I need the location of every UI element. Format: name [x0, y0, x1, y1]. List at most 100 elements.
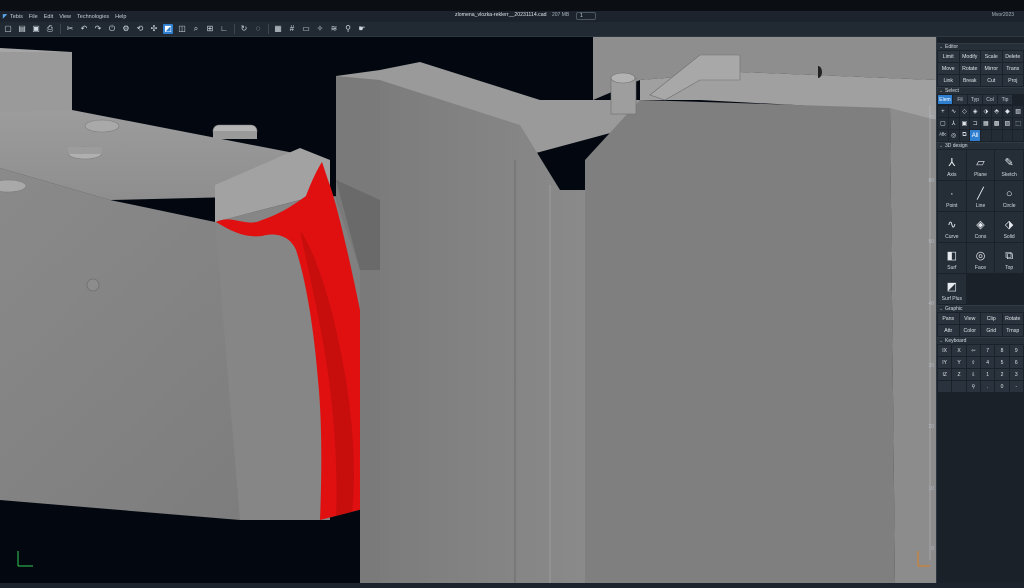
editor-move-button[interactable]: Move [938, 63, 959, 74]
key[interactable]: IX [938, 345, 952, 356]
key[interactable]: - [1009, 381, 1023, 392]
power-icon[interactable]: ⏻ [107, 24, 117, 34]
key[interactable]: . [980, 381, 995, 392]
graphic-rotate-button[interactable]: Rotate [1002, 313, 1023, 324]
keyboard-header[interactable]: ⌄ Keyboard [937, 337, 1024, 344]
key[interactable]: ⇧ [966, 357, 980, 368]
settings-icon[interactable]: ⚙ [121, 24, 131, 34]
save-icon[interactable]: ▣ [31, 24, 41, 34]
select-body-icon[interactable]: ⬘ [991, 106, 1002, 117]
key[interactable]: 3 [1009, 369, 1023, 380]
select-bracket-icon[interactable]: ⊐ [970, 118, 980, 129]
key[interactable]: 5 [995, 357, 1009, 368]
key[interactable]: ⚲ [966, 381, 980, 392]
zoom-icon[interactable]: ⌕ [191, 24, 201, 34]
menu-help[interactable]: Help [115, 14, 126, 20]
tab-typ[interactable]: Typ [968, 95, 982, 104]
snap-icon[interactable]: ✣ [149, 24, 159, 34]
section-icon[interactable]: ▦ [273, 24, 283, 34]
tab-col[interactable]: Col [983, 95, 997, 104]
key[interactable]: 6 [1009, 357, 1023, 368]
key[interactable]: IZ [938, 369, 952, 380]
editor-mirror-button[interactable]: Mirror [981, 63, 1002, 74]
3d-viewport[interactable]: 70 60 50 40 30 20 10 0 [0, 37, 936, 583]
key[interactable]: Y [952, 357, 966, 368]
graphic-trnsp-button[interactable]: Trnsp [1002, 325, 1023, 336]
design-point-button[interactable]: · Point [938, 181, 966, 211]
select-stack-icon[interactable]: ⧉ [959, 130, 970, 141]
select-axis-icon[interactable]: ⅄ [948, 118, 959, 129]
select-frame-icon[interactable]: ▣ [959, 118, 970, 129]
editor-cut-button[interactable]: Cut [981, 75, 1002, 86]
graphic-attr-button[interactable]: Attr [938, 325, 959, 336]
tab-elem[interactable]: Elem [938, 95, 952, 104]
design3d-header[interactable]: ⌄ 3D design [937, 142, 1024, 149]
select-plus-icon[interactable]: + [938, 106, 948, 117]
key[interactable]: Z [952, 369, 966, 380]
editor-proj-button[interactable]: Proj [1002, 75, 1023, 86]
key[interactable]: 8 [995, 345, 1009, 356]
editor-break-button[interactable]: Break [959, 75, 980, 86]
graphic-pans-button[interactable]: Pans [938, 313, 959, 324]
select-surface-icon[interactable]: ◇ [959, 106, 970, 117]
select-layer-icon[interactable]: ◎ [948, 130, 959, 141]
select-shell-icon[interactable]: ◆ [1002, 106, 1013, 117]
key[interactable]: ⇦ [966, 345, 980, 356]
graphic-color-button[interactable]: Color [959, 325, 980, 336]
key[interactable]: 7 [980, 345, 995, 356]
key[interactable] [952, 381, 966, 392]
editor-rotate-button[interactable]: Rotate [959, 63, 980, 74]
key[interactable]: 9 [1009, 345, 1023, 356]
select-text-icon[interactable]: ᴬᴮᶜ [938, 130, 948, 141]
design-surf-plus-button[interactable]: ◩ Surf Plus [938, 274, 966, 304]
design-sketch-button[interactable]: ✎ Sketch [995, 150, 1023, 180]
key[interactable]: 0 [995, 381, 1009, 392]
design-face-button[interactable]: ◎ Face [966, 243, 995, 273]
page-selector[interactable]: 1 [576, 12, 596, 20]
menu-view[interactable]: View [59, 14, 71, 20]
editor-limit-button[interactable]: Limit [938, 51, 959, 62]
measure-icon[interactable]: ⟲ [135, 24, 145, 34]
design-plane-button[interactable]: ▱ Plane [966, 150, 995, 180]
select-face-icon[interactable]: ◈ [970, 106, 980, 117]
editor-scale-button[interactable]: Scale [981, 51, 1002, 62]
editor-modify-button[interactable]: Modify [959, 51, 980, 62]
probe-icon[interactable]: ⚲ [343, 24, 353, 34]
open-icon[interactable]: ▤ [17, 24, 27, 34]
key[interactable] [938, 381, 952, 392]
key[interactable]: 1 [980, 369, 995, 380]
new-file-icon[interactable]: ▢ [3, 24, 13, 34]
editor-trans-button[interactable]: Trans [1002, 63, 1023, 74]
undo-icon[interactable]: ↶ [79, 24, 89, 34]
select-box-icon[interactable]: ⬚ [1013, 118, 1023, 129]
cut-icon[interactable]: ✂ [65, 24, 75, 34]
render-icon[interactable]: ◌ [253, 24, 263, 34]
key[interactable]: 2 [995, 369, 1009, 380]
select-rect-icon[interactable]: ▢ [938, 118, 948, 129]
key[interactable]: IY [938, 357, 952, 368]
editor-delete-button[interactable]: Delete [1002, 51, 1023, 62]
editor-header[interactable]: ⌄ Editor [937, 43, 1024, 50]
zoom-fit-icon[interactable]: ⊞ [205, 24, 215, 34]
design-surf-button[interactable]: ◧ Surf [938, 243, 966, 273]
layers-icon[interactable]: ◫ [177, 24, 187, 34]
grid-icon[interactable]: # [287, 24, 297, 34]
design-cons-button[interactable]: ◈ Cons [966, 212, 995, 242]
design-line-button[interactable]: ╱ Line [966, 181, 995, 211]
tab-tip[interactable]: Tip [998, 95, 1012, 104]
graphic-view-button[interactable]: View [959, 313, 980, 324]
select-cube-icon[interactable]: ▧ [1013, 106, 1023, 117]
select-mesh-icon[interactable]: ▩ [991, 118, 1002, 129]
key[interactable]: X [952, 345, 966, 356]
menu-file[interactable]: File [29, 14, 38, 20]
light-icon[interactable]: ✧ [315, 24, 325, 34]
select-solid-icon[interactable]: ⬗ [981, 106, 991, 117]
view-cube-icon[interactable]: ◩ [163, 24, 173, 34]
design-axis-button[interactable]: ⅄ Axis [938, 150, 966, 180]
pointer-icon[interactable]: ☛ [357, 24, 367, 34]
print-icon[interactable]: ⎙ [45, 24, 55, 34]
frame-icon[interactable]: ▭ [301, 24, 311, 34]
design-solid-button[interactable]: ⬗ Solid [995, 212, 1023, 242]
select-all-button[interactable]: All [970, 130, 980, 141]
design-top-button[interactable]: ⧉ Top [995, 243, 1023, 273]
